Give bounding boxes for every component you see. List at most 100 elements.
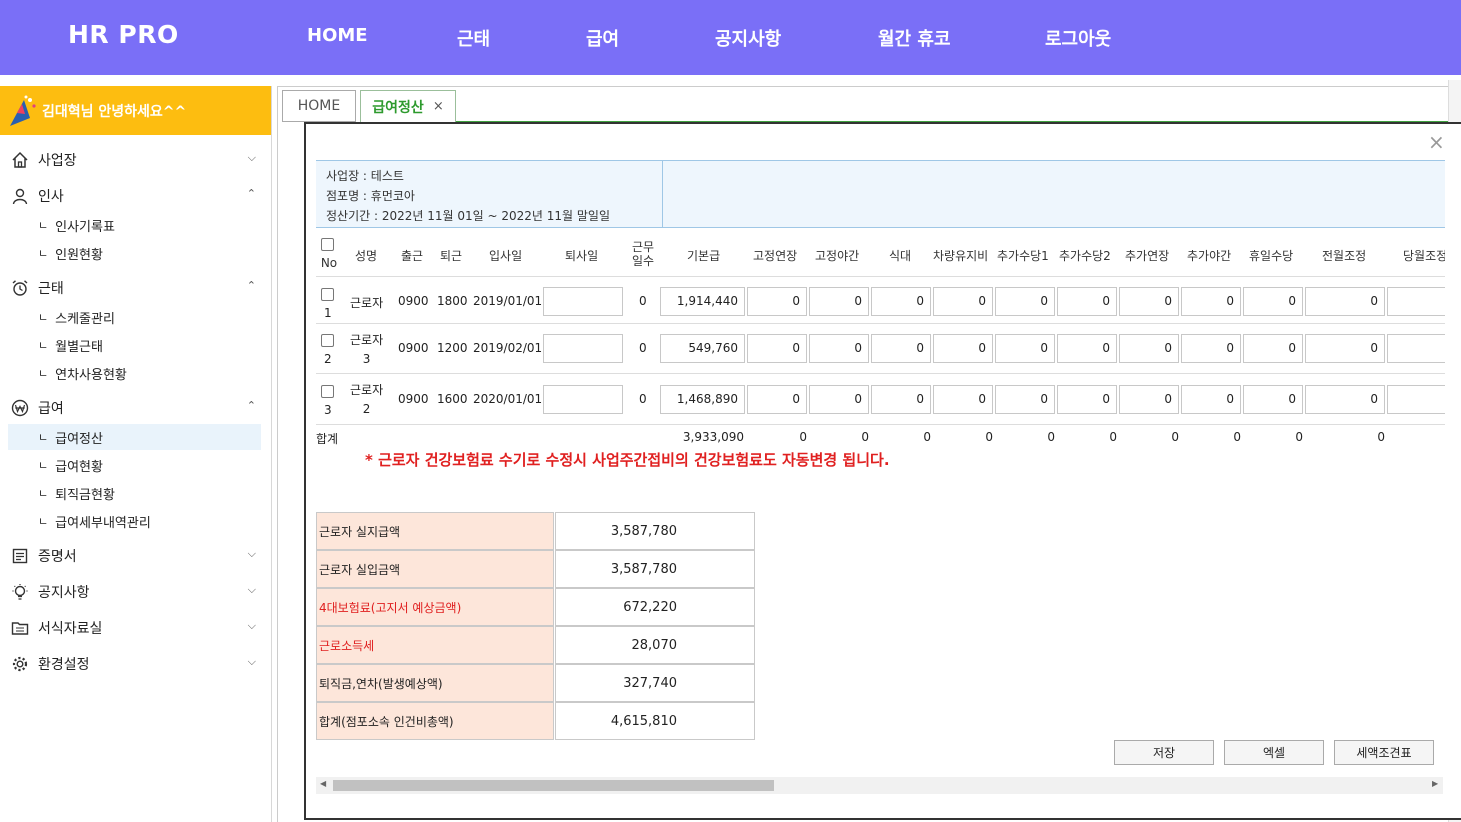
value-input[interactable]: 0 bbox=[995, 287, 1055, 316]
value-input[interactable]: 0 bbox=[747, 287, 807, 316]
summary-value: 28,070 bbox=[555, 626, 755, 664]
tab-payroll-settlement[interactable]: 급여정산 × bbox=[360, 90, 456, 122]
base-pay-input[interactable]: 1,468,890 bbox=[660, 385, 745, 414]
scroll-right-icon[interactable]: ▶ bbox=[1432, 779, 1438, 788]
menu-hr[interactable]: 인사 ⌃ bbox=[10, 184, 260, 208]
menu-workplace[interactable]: 사업장 ⌵ bbox=[10, 148, 260, 172]
col-fixed-ot: 고정연장 bbox=[753, 249, 798, 263]
summary-value: 672,220 bbox=[555, 588, 755, 626]
submenu-monthly-attendance[interactable]: ㄴ 월별근태 bbox=[8, 332, 261, 358]
value-input[interactable]: 0 bbox=[995, 334, 1055, 363]
nav-monthly-huko[interactable]: 월간 휴코 bbox=[878, 25, 951, 51]
scroll-left-icon[interactable]: ◀ bbox=[320, 779, 326, 788]
row-name: 근로자 3 bbox=[350, 333, 384, 366]
row-checkbox[interactable] bbox=[321, 385, 334, 398]
menu-label: 사업장 bbox=[38, 153, 77, 169]
nav-attendance[interactable]: 근태 bbox=[457, 25, 490, 51]
value-input[interactable]: 0 bbox=[871, 334, 931, 363]
value-input[interactable]: 0 bbox=[1057, 287, 1117, 316]
value-input[interactable]: 0 bbox=[871, 287, 931, 316]
base-pay-input[interactable]: 1,914,440 bbox=[660, 287, 745, 316]
leave-date-input[interactable] bbox=[543, 385, 623, 414]
brand-logo[interactable]: HR PRO bbox=[68, 20, 179, 49]
submenu-severance-status[interactable]: ㄴ 퇴직금현황 bbox=[8, 480, 261, 506]
value-input[interactable]: 0 bbox=[1119, 287, 1179, 316]
summary-label: 근로자 실입금액 bbox=[316, 550, 554, 588]
value-input[interactable]: 0 bbox=[1305, 385, 1385, 414]
lightbulb-icon bbox=[10, 582, 30, 602]
value-input[interactable]: 0 bbox=[933, 287, 993, 316]
value-input[interactable]: 0 bbox=[995, 385, 1055, 414]
submenu-personnel-record[interactable]: ㄴ 인사기록표 bbox=[8, 212, 261, 238]
summary-label: 4대보험료(고지서 예상금액) bbox=[316, 588, 554, 626]
total-value: 0 bbox=[985, 430, 993, 444]
nav-home[interactable]: HOME bbox=[307, 25, 368, 46]
divider bbox=[316, 424, 1445, 425]
col-leave: 퇴사일 bbox=[565, 249, 599, 263]
value-input[interactable]: 0 bbox=[1181, 385, 1241, 414]
divider bbox=[316, 373, 1445, 374]
scrollbar-thumb[interactable] bbox=[333, 780, 774, 791]
row-join: 2019/01/01 bbox=[473, 294, 543, 308]
row-out: 1200 bbox=[437, 341, 468, 355]
value-input[interactable]: 0 bbox=[933, 334, 993, 363]
value-input[interactable]: 0 bbox=[1305, 334, 1385, 363]
submenu-schedule[interactable]: ㄴ 스케줄관리 bbox=[8, 304, 261, 330]
value-input[interactable]: 0 bbox=[1057, 385, 1117, 414]
select-all-checkbox[interactable] bbox=[321, 238, 334, 251]
value-input[interactable]: 0 bbox=[1243, 334, 1303, 363]
row-no: 1 bbox=[324, 306, 332, 320]
row-checkbox[interactable] bbox=[321, 288, 334, 301]
submenu-payroll-status[interactable]: ㄴ 급여현황 bbox=[8, 452, 261, 478]
value-input[interactable]: 0 bbox=[1243, 287, 1303, 316]
close-icon[interactable]: × bbox=[1428, 130, 1445, 154]
value-input[interactable]: 0 bbox=[1119, 385, 1179, 414]
value-input[interactable]: 0 bbox=[809, 334, 869, 363]
menu-notice[interactable]: 공지사항 ⌵ bbox=[10, 580, 260, 604]
submenu-payroll-settlement[interactable]: ㄴ 급여정산 bbox=[8, 424, 261, 450]
value-input[interactable] bbox=[1387, 385, 1445, 414]
leave-date-input[interactable] bbox=[543, 334, 623, 363]
nav-notice[interactable]: 공지사항 bbox=[715, 25, 781, 51]
value-input[interactable]: 0 bbox=[1243, 385, 1303, 414]
value-input[interactable]: 0 bbox=[1057, 334, 1117, 363]
submenu-annual-leave[interactable]: ㄴ 연차사용현황 bbox=[8, 360, 261, 386]
divider bbox=[316, 323, 1445, 324]
value-input[interactable]: 0 bbox=[1119, 334, 1179, 363]
value-input[interactable]: 0 bbox=[1305, 287, 1385, 316]
tab-home[interactable]: HOME bbox=[282, 90, 356, 122]
value-input[interactable]: 0 bbox=[871, 385, 931, 414]
row-no: 2 bbox=[324, 352, 332, 366]
save-button[interactable]: 저장 bbox=[1114, 740, 1214, 765]
excel-button[interactable]: 엑셀 bbox=[1224, 740, 1324, 765]
total-value: 0 bbox=[1047, 430, 1055, 444]
value-input[interactable]: 0 bbox=[1181, 287, 1241, 316]
value-input[interactable]: 0 bbox=[747, 334, 807, 363]
value-input[interactable]: 0 bbox=[809, 385, 869, 414]
tab-close-icon[interactable]: × bbox=[433, 99, 444, 114]
value-input[interactable]: 0 bbox=[1181, 334, 1241, 363]
info-store: 점포명 : 휴먼코아 bbox=[326, 189, 415, 203]
col-extra1: 추가수당1 bbox=[997, 249, 1049, 263]
value-input[interactable]: 0 bbox=[809, 287, 869, 316]
col-fixed-night: 고정야간 bbox=[815, 249, 860, 263]
menu-payroll[interactable]: 급여 ⌃ bbox=[10, 396, 260, 420]
leave-date-input[interactable] bbox=[543, 287, 623, 316]
nav-payroll[interactable]: 급여 bbox=[586, 25, 619, 51]
submenu-payroll-details[interactable]: ㄴ 급여세부내역관리 bbox=[8, 508, 261, 534]
submenu-headcount[interactable]: ㄴ 인원현황 bbox=[8, 240, 261, 266]
row-no: 3 bbox=[324, 403, 332, 417]
menu-certificate[interactable]: 증명서 ⌵ bbox=[10, 544, 260, 568]
value-input[interactable] bbox=[1387, 334, 1445, 363]
menu-forms[interactable]: 서식자료실 ⌵ bbox=[10, 616, 260, 640]
value-input[interactable] bbox=[1387, 287, 1445, 316]
base-pay-input[interactable]: 549,760 bbox=[660, 334, 745, 363]
tax-table-button[interactable]: 세액조견표 bbox=[1334, 740, 1434, 765]
menu-attendance[interactable]: 근태 ⌃ bbox=[10, 276, 260, 300]
row-out: 1600 bbox=[437, 392, 468, 406]
value-input[interactable]: 0 bbox=[747, 385, 807, 414]
value-input[interactable]: 0 bbox=[933, 385, 993, 414]
nav-logout[interactable]: 로그아웃 bbox=[1045, 25, 1111, 51]
menu-settings[interactable]: 환경설정 ⌵ bbox=[10, 652, 260, 676]
row-checkbox[interactable] bbox=[321, 334, 334, 347]
